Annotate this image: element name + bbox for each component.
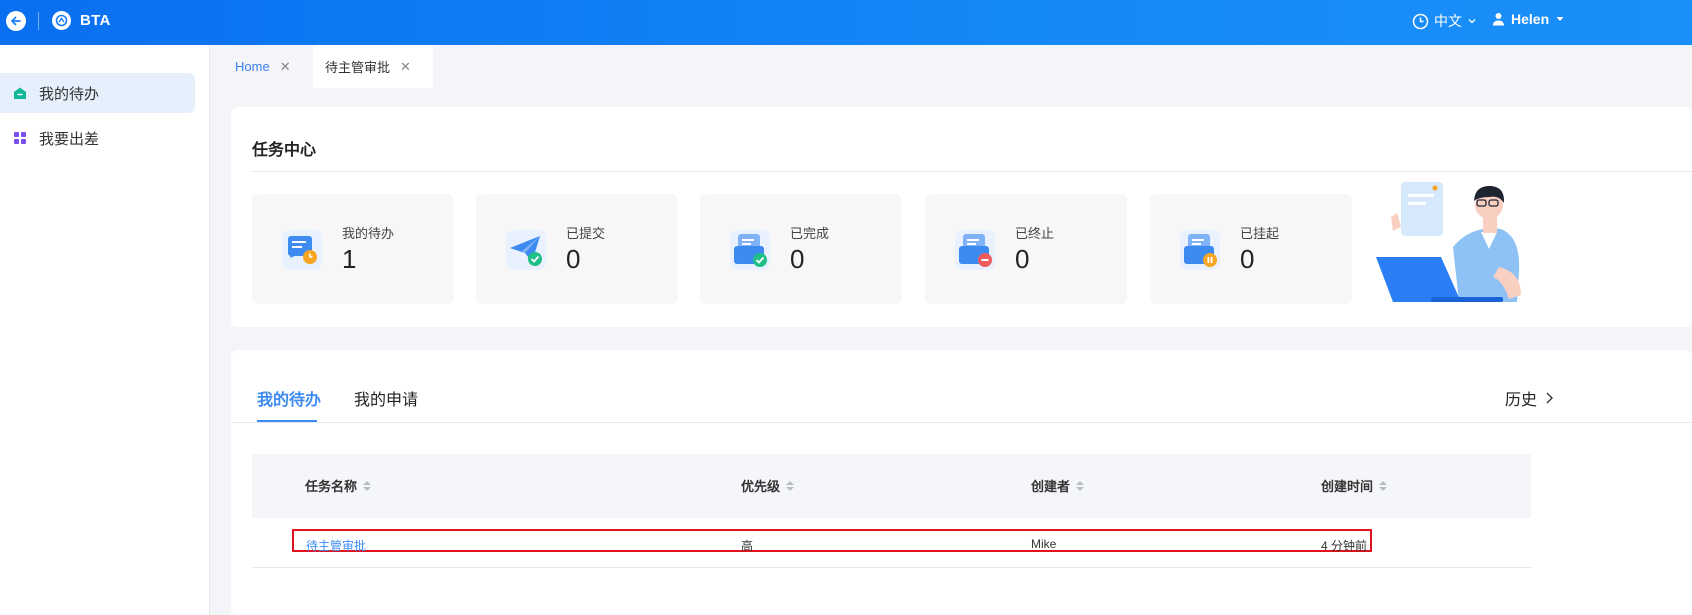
column-label: 创建时间 bbox=[1321, 479, 1374, 494]
user-name: Helen bbox=[1511, 11, 1550, 27]
sidebar-item-label: 我要出差 bbox=[39, 130, 100, 148]
language-label: 中文 bbox=[1434, 13, 1462, 29]
back-button[interactable] bbox=[6, 11, 26, 31]
apps-grid-icon bbox=[13, 131, 27, 145]
stat-label: 已挂起 bbox=[1240, 226, 1280, 241]
column-label: 创建者 bbox=[1031, 479, 1071, 494]
tabs-bar: Home ✕ 待主管审批 ✕ bbox=[212, 45, 1692, 88]
terminated-icon bbox=[955, 230, 995, 270]
close-icon[interactable]: ✕ bbox=[280, 59, 291, 75]
stat-value: 0 bbox=[1240, 244, 1255, 274]
column-label: 优先级 bbox=[741, 479, 781, 494]
sort-icon[interactable] bbox=[1076, 480, 1085, 491]
stat-value: 1 bbox=[342, 244, 357, 274]
sidebar-item-my-todo[interactable]: 我的待办 bbox=[0, 73, 195, 113]
stat-value: 0 bbox=[1015, 244, 1030, 274]
tab-home[interactable]: Home ✕ bbox=[212, 45, 313, 88]
suspended-icon bbox=[1180, 230, 1220, 270]
sidebar-item-label: 我的待办 bbox=[39, 85, 100, 103]
history-link[interactable]: 历史 bbox=[1505, 386, 1554, 410]
sidebar: 我的待办 我要出差 bbox=[0, 45, 210, 615]
task-center-card: 任务中心 我的待办 1 已提交 0 已完成 0 已终止 0 已挂起 0 bbox=[231, 107, 1692, 327]
todo-icon bbox=[282, 230, 322, 270]
history-label: 历史 bbox=[1505, 392, 1538, 409]
chevron-down-icon bbox=[1468, 19, 1476, 24]
stat-value: 0 bbox=[790, 244, 805, 274]
chevron-right-icon bbox=[1546, 392, 1554, 404]
divider bbox=[252, 171, 1692, 172]
stat-value: 0 bbox=[566, 244, 581, 274]
column-header-priority[interactable]: 优先级 bbox=[741, 476, 795, 495]
sidebar-item-business-trip[interactable]: 我要出差 bbox=[0, 118, 195, 158]
logo-icon bbox=[55, 14, 68, 27]
divider bbox=[38, 12, 39, 30]
caret-down-icon bbox=[1556, 17, 1564, 21]
tab-label: 待主管审批 bbox=[325, 60, 391, 75]
language-switcher[interactable]: 中文 bbox=[1412, 11, 1477, 31]
stat-card-completed[interactable]: 已完成 0 bbox=[700, 194, 902, 304]
divider bbox=[231, 422, 1692, 423]
stat-label: 已终止 bbox=[1015, 226, 1055, 241]
stat-label: 已完成 bbox=[790, 226, 830, 241]
sort-icon[interactable] bbox=[1379, 480, 1388, 491]
home-icon bbox=[13, 86, 27, 100]
sort-icon[interactable] bbox=[363, 480, 372, 491]
table-header: 任务名称 优先级 创建者 创建时间 bbox=[252, 454, 1531, 518]
tab-my-applications[interactable]: 我的申请 bbox=[354, 386, 418, 410]
completed-icon bbox=[730, 230, 770, 270]
stat-card-terminated[interactable]: 已终止 0 bbox=[925, 194, 1127, 304]
column-header-created-time[interactable]: 创建时间 bbox=[1321, 476, 1388, 495]
priority-cell: 高 bbox=[741, 539, 754, 553]
stat-card-todo[interactable]: 我的待办 1 bbox=[252, 194, 454, 304]
app-name: BTA bbox=[80, 12, 111, 29]
office-worker-illustration bbox=[1376, 182, 1521, 302]
close-icon[interactable]: ✕ bbox=[400, 59, 411, 75]
tab-label: Home bbox=[235, 59, 270, 74]
tab-my-todo[interactable]: 我的待办 bbox=[257, 386, 321, 410]
stat-label: 已提交 bbox=[566, 226, 606, 241]
clock-icon bbox=[1412, 13, 1429, 29]
stat-label: 我的待办 bbox=[342, 226, 395, 241]
user-icon bbox=[1493, 13, 1504, 26]
table-row[interactable]: 待主管审批 高 Mike 4 分钟前 bbox=[292, 529, 1372, 554]
row-divider bbox=[252, 567, 1531, 568]
top-bar: BTA 中文 Helen bbox=[0, 0, 1692, 45]
tab-pending-approval[interactable]: 待主管审批 ✕ bbox=[313, 45, 433, 88]
paper-plane-icon bbox=[506, 230, 546, 270]
created-time-cell: 4 分钟前 bbox=[1321, 539, 1368, 553]
creator-cell: Mike bbox=[1031, 537, 1057, 551]
task-list-card: 我的待办 我的申请 历史 任务名称 优先级 创建者 创建时间 待主管审批 高 M… bbox=[231, 350, 1692, 615]
sort-icon[interactable] bbox=[786, 480, 795, 491]
column-label: 任务名称 bbox=[305, 479, 358, 494]
stat-card-suspended[interactable]: 已挂起 0 bbox=[1150, 194, 1352, 304]
column-header-creator[interactable]: 创建者 bbox=[1031, 476, 1085, 495]
column-header-task-name[interactable]: 任务名称 bbox=[305, 476, 372, 495]
user-menu[interactable]: Helen bbox=[1492, 11, 1565, 27]
task-name-link[interactable]: 待主管审批 bbox=[306, 537, 366, 554]
app-logo bbox=[52, 11, 71, 30]
task-center-title: 任务中心 bbox=[252, 142, 317, 159]
arrow-left-icon bbox=[11, 16, 21, 26]
stat-card-submitted[interactable]: 已提交 0 bbox=[476, 194, 678, 304]
